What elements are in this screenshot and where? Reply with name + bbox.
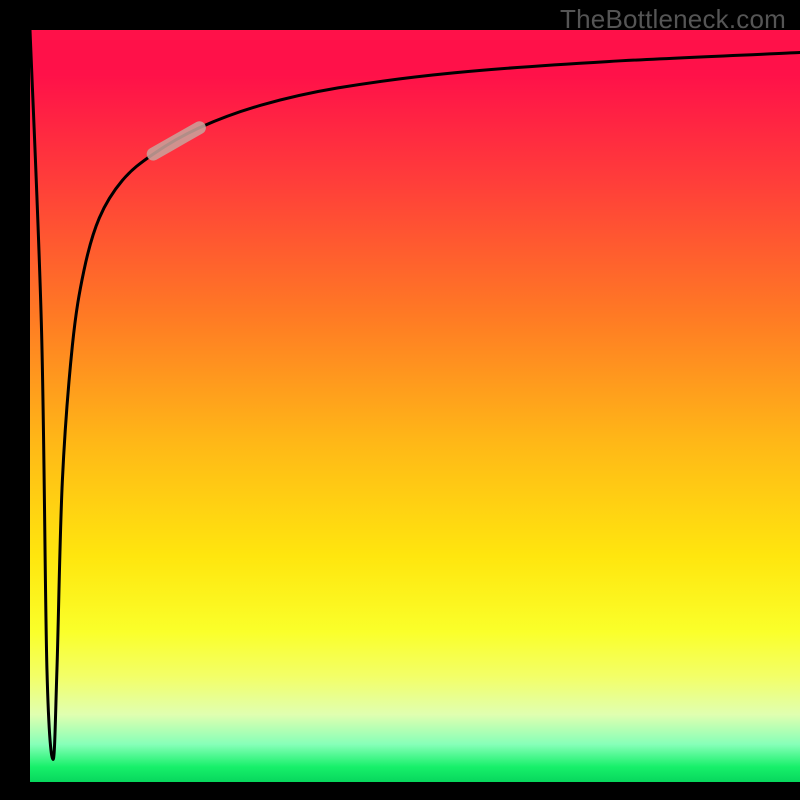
plot-area — [30, 30, 800, 782]
chart-frame: TheBottleneck.com — [0, 0, 800, 800]
highlight-segment-path — [153, 128, 199, 154]
curve-svg — [30, 30, 800, 782]
bottleneck-curve-path — [30, 30, 800, 759]
